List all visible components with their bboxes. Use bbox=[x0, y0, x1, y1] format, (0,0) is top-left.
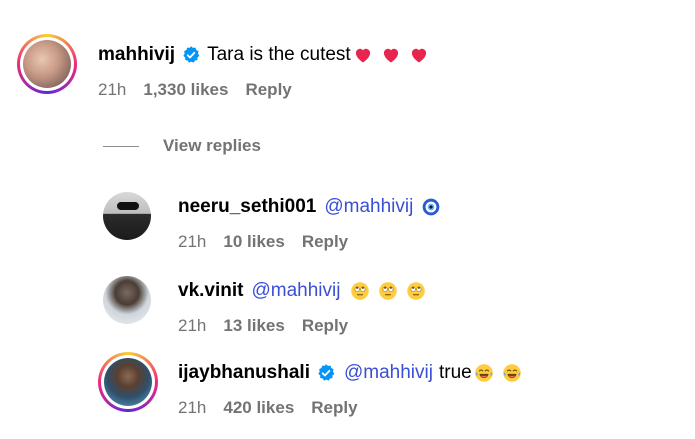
face-with-tears-of-joy-icon bbox=[474, 364, 493, 382]
comment-text: true bbox=[438, 362, 472, 383]
red-heart-icon bbox=[355, 48, 370, 63]
reply-button[interactable]: Reply bbox=[302, 232, 348, 252]
red-heart-icon bbox=[411, 48, 426, 63]
reply-button[interactable]: Reply bbox=[245, 80, 291, 100]
comment-mahhivij: mahhivij Tara is the cutest 21h 1,330 li… bbox=[17, 34, 429, 100]
avatar[interactable] bbox=[103, 276, 151, 324]
likes-count[interactable]: 420 likes bbox=[223, 398, 294, 418]
mention-link[interactable]: @mahhivij bbox=[344, 362, 433, 384]
comment-text: Tara is the cutest bbox=[207, 44, 351, 65]
likes-count[interactable]: 13 likes bbox=[223, 316, 284, 336]
username[interactable]: ijaybhanushali bbox=[178, 362, 310, 384]
username[interactable]: mahhivij bbox=[98, 44, 175, 66]
mention-link[interactable]: @mahhivij bbox=[324, 196, 413, 218]
verified-badge-icon bbox=[183, 46, 200, 63]
avatar-story-ring[interactable] bbox=[17, 34, 77, 94]
face-with-rolling-eyes-icon bbox=[407, 282, 426, 300]
mention-link[interactable]: @mahhivij bbox=[251, 280, 340, 302]
divider-dash bbox=[103, 145, 139, 147]
comment-time: 21h bbox=[178, 232, 207, 251]
avatar[interactable] bbox=[103, 192, 151, 240]
avatar bbox=[23, 40, 71, 88]
comment-time: 21h bbox=[178, 316, 207, 335]
face-with-rolling-eyes-icon bbox=[379, 282, 398, 300]
view-replies-button[interactable]: View replies bbox=[103, 136, 261, 156]
likes-count[interactable]: 10 likes bbox=[223, 232, 284, 252]
avatar-story-ring[interactable] bbox=[98, 352, 158, 412]
comment-time: 21h bbox=[98, 80, 127, 99]
avatar bbox=[104, 358, 152, 406]
verified-badge-icon bbox=[318, 364, 335, 381]
face-with-rolling-eyes-icon bbox=[351, 282, 370, 300]
nazar-amulet-icon bbox=[423, 198, 440, 216]
reply-button[interactable]: Reply bbox=[311, 398, 357, 418]
comment-time: 21h bbox=[178, 398, 207, 417]
face-with-tears-of-joy-icon bbox=[502, 364, 521, 382]
reply-vk.vinit: vk.vinit @mahhivij 21h 13 likes Reply bbox=[103, 276, 426, 336]
reply-button[interactable]: Reply bbox=[302, 316, 348, 336]
reply-neeru_sethi001: neeru_sethi001 @mahhivij 21h 10 likes Re… bbox=[103, 192, 441, 252]
reply-ijaybhanushali: ijaybhanushali @mahhivij true 21h 420 li… bbox=[98, 352, 522, 418]
username[interactable]: neeru_sethi001 bbox=[178, 196, 316, 218]
likes-count[interactable]: 1,330 likes bbox=[143, 80, 228, 100]
view-replies-label: View replies bbox=[163, 136, 261, 155]
username[interactable]: vk.vinit bbox=[178, 280, 243, 302]
red-heart-icon bbox=[383, 48, 398, 63]
